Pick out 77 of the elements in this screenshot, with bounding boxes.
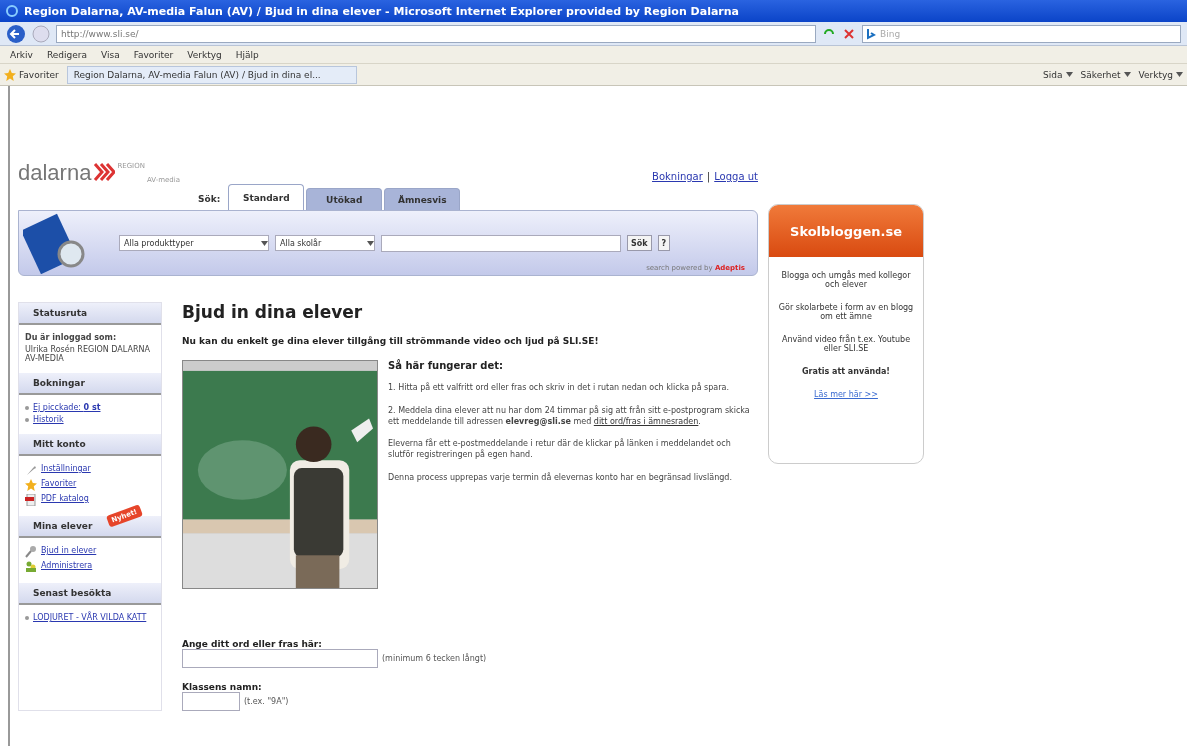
promo-text: Använd video från t.ex. Youtube eller SLI.SE	[780, 335, 912, 353]
bullet-icon	[25, 406, 29, 410]
sidebar-link[interactable]: Favoriter	[41, 479, 77, 488]
input-field[interactable]	[182, 692, 240, 711]
browser-icon	[6, 5, 18, 17]
search-button[interactable]: Sök	[627, 235, 652, 251]
command-menu[interactable]: Verktyg	[1138, 69, 1183, 80]
command-menu[interactable]: Sida	[1043, 69, 1073, 80]
address-field[interactable]: http://www.sli.se/	[56, 24, 816, 43]
document-icon	[25, 494, 37, 506]
search-label: Sök:	[198, 194, 222, 206]
logo-text: dalarna	[18, 162, 92, 184]
back-icon[interactable]	[6, 23, 26, 44]
bookings-link[interactable]: Bokningar	[652, 171, 703, 182]
sidebar-link[interactable]: Inställningar	[41, 464, 91, 473]
menu-item[interactable]: Hjälp	[235, 49, 259, 60]
promo-text: Gör skolarbete i form av en blogg om ett ämne	[777, 303, 915, 321]
sidebar-link[interactable]: PDF katalog	[41, 494, 89, 503]
bullet-icon	[25, 418, 29, 422]
dropdown[interactable]: Alla skolår	[275, 235, 375, 251]
search-input[interactable]	[381, 234, 621, 252]
status-label: Du är inloggad som:	[25, 333, 117, 342]
caret-icon	[1123, 72, 1131, 77]
user-name: Ulrika Rosén REGION DALARNA AV-MEDIA	[25, 345, 151, 363]
favorites-button[interactable]: Favoriter	[4, 68, 59, 81]
promo-text: Blogga och umgås med kollegor och elever	[780, 271, 912, 289]
logout-link[interactable]: Logga ut	[714, 171, 758, 182]
caret-icon	[261, 240, 268, 246]
input-field[interactable]	[182, 649, 378, 668]
step-text: Denna process upprepas varje termin då elevernas konto har en begränsad livslängd.	[388, 473, 733, 484]
step-text: 1. Hitta på ett valfritt ord eller fras och skriv in det i rutan nedan och klicka på spara.	[388, 383, 730, 394]
how-it-works-title: Så här fungerar det:	[388, 360, 505, 371]
dropdown[interactable]: Alla produkttyper	[119, 235, 269, 251]
section-header: Bokningar	[19, 373, 161, 395]
section-header: Mitt konto	[19, 434, 161, 456]
menu-item[interactable]: Visa	[101, 49, 120, 60]
help-button[interactable]: ?	[657, 235, 671, 251]
sidebar-link[interactable]: Historik	[33, 415, 64, 424]
promo-title: Skolbloggen.se	[769, 205, 923, 257]
bullet-icon	[25, 616, 29, 620]
field-label: Ange ditt ord eller fras här:	[182, 639, 323, 649]
search-tab[interactable]: Ämnesvis	[384, 188, 461, 210]
sidebar-link[interactable]: Administrera	[41, 561, 93, 570]
step-text: Eleverna får ett e-postmeddelande i retur där de klickar på länken i meddelandet och slutför registreringen på egen hand.	[388, 439, 732, 461]
field-hint: (minimum 6 tecken långt)	[382, 654, 487, 663]
read-more-link[interactable]: Läs mer här >>	[814, 390, 878, 399]
menu-item[interactable]: Verktyg	[187, 49, 222, 60]
caret-icon	[367, 240, 374, 246]
browser-tab[interactable]: Region Dalarna, AV-media Falun (AV) / Bjud in dina el...	[66, 65, 357, 84]
intro-text: Nu kan du enkelt ge dina elever tillgång till strömmande video och ljud på SLI.SE!	[182, 336, 600, 346]
menu-item[interactable]: Redigera	[46, 49, 87, 60]
step-text: 2. Meddela dina elever att nu har dom 24 timmar på sig att från sitt e-postprogram skicka ett meddelande till adressen elevreg@sli.se med ditt ord/fras i ämnesraden.	[388, 405, 751, 428]
close-icon[interactable]	[842, 26, 856, 41]
star-icon	[25, 479, 37, 491]
sidebar-link[interactable]: Ej picckade: 0 st	[33, 403, 101, 412]
search-tab[interactable]: Standard	[228, 184, 305, 210]
key-icon	[25, 546, 37, 558]
search-engine-icon	[866, 27, 876, 40]
sidebar-link[interactable]: Bjud in elever	[41, 546, 97, 555]
caret-icon	[1065, 72, 1073, 77]
section-header: Statusruta	[19, 303, 161, 325]
promo-text: Gratis att använda!	[802, 367, 890, 376]
menu-item[interactable]: Arkiv	[10, 49, 33, 60]
caret-icon	[1176, 72, 1183, 77]
chevrons-icon	[93, 162, 116, 182]
section-header: Senast besökta	[19, 583, 161, 605]
page-heading: Bjud in dina elever	[182, 302, 364, 322]
field-hint: (t.ex. "9A")	[244, 697, 289, 706]
sidebar-link[interactable]: LODJURET - VÅR VILDA KATT	[33, 613, 147, 622]
menu-item[interactable]: Favoriter	[133, 49, 174, 60]
command-menu[interactable]: Säkerhet	[1080, 69, 1131, 80]
star-icon	[4, 68, 16, 81]
link-separator: |	[706, 171, 711, 182]
people-icon	[25, 561, 37, 573]
field-label: Klassens namn:	[182, 682, 263, 692]
search-tab[interactable]: Utökad	[306, 188, 383, 210]
window-title: Region Dalarna, AV-media Falun (AV) / Bjud in dina elever - Microsoft Internet Explorer provided by Region Dalarna	[24, 4, 739, 18]
